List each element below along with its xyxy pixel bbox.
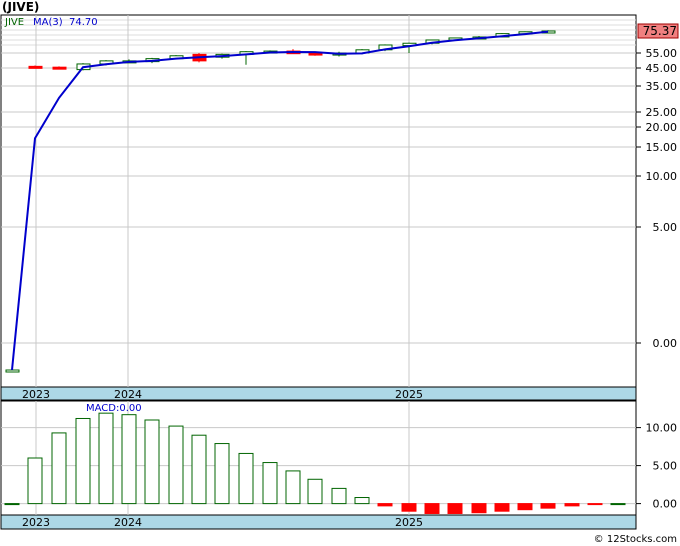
- macd-bar: [540, 503, 556, 509]
- macd-bar: [191, 434, 207, 505]
- price-candle-body: [28, 65, 43, 69]
- macd-bar: [214, 443, 230, 505]
- macd-legend-value: MACD:0.00: [86, 403, 142, 414]
- price-y-tick-label: 20.00: [646, 121, 678, 134]
- macd-bar: [262, 462, 278, 505]
- macd-bar: [564, 503, 580, 507]
- macd-y-tick-label: 0.00: [653, 498, 678, 511]
- macd-bar: [494, 503, 510, 512]
- macd-bar: [447, 503, 463, 514]
- macd-bar: [331, 487, 347, 505]
- price-date-band: [0, 386, 637, 401]
- macd-x-tick-label: 2023: [22, 516, 50, 529]
- macd-y-tick-label: 10.00: [646, 422, 678, 435]
- macd-bar: [517, 503, 533, 511]
- price-legend-ma-label: MA(3): [33, 17, 63, 28]
- price-x-tick-label: 2024: [114, 388, 142, 401]
- macd-bar: [144, 419, 160, 505]
- macd-bar: [587, 503, 603, 506]
- macd-bar: [27, 457, 43, 505]
- macd-bar: [285, 470, 301, 505]
- macd-bar: [307, 478, 323, 505]
- macd-bar: [4, 503, 20, 506]
- macd-bar: [354, 497, 370, 505]
- credit-text: © 12Stocks.com: [593, 534, 677, 545]
- macd-bar: [471, 503, 487, 514]
- price-candle-body: [52, 66, 67, 70]
- macd-bar: [121, 414, 137, 505]
- price-y-tick-label: 25.00: [646, 106, 678, 119]
- price-y-tick-label: 45.00: [646, 62, 678, 75]
- macd-bar: [424, 503, 440, 514]
- price-y-tick-label: 35.00: [646, 80, 678, 93]
- last-price-label: 75.37: [643, 24, 677, 38]
- macd-x-tick-label: 2025: [395, 516, 423, 529]
- price-x-tick-label: 2023: [22, 388, 50, 401]
- macd-bar: [610, 503, 626, 506]
- macd-bar: [401, 503, 417, 512]
- price-candle-body: [5, 369, 20, 373]
- price-x-tick-label: 2025: [395, 388, 423, 401]
- macd-bar: [98, 412, 114, 505]
- price-legend-ma-value: 74.70: [69, 17, 98, 28]
- macd-y-tick-label: 5.00: [653, 460, 678, 473]
- macd-x-tick-label: 2024: [114, 516, 142, 529]
- macd-bar: [238, 452, 254, 505]
- stock-chart: 0.00 5.00 10.00 15.00 20.00 25.00 35.00 45.00 55…: [0, 14, 679, 530]
- macd-bar: [168, 425, 184, 505]
- macd-bar: [75, 417, 91, 505]
- price-y-tick-label: 5.00: [653, 221, 678, 234]
- price-y-tick-label: 0.00: [653, 337, 678, 350]
- price-y-tick-label: 10.00: [646, 170, 678, 183]
- macd-bar: [377, 503, 393, 507]
- price-y-tick-label: 15.00: [646, 141, 678, 154]
- price-panel-frame: [0, 14, 637, 388]
- price-legend-symbol: JIVE: [4, 17, 24, 28]
- price-y-tick-label: 55.00: [646, 47, 678, 60]
- macd-date-band: [0, 514, 637, 530]
- macd-bar: [51, 432, 67, 505]
